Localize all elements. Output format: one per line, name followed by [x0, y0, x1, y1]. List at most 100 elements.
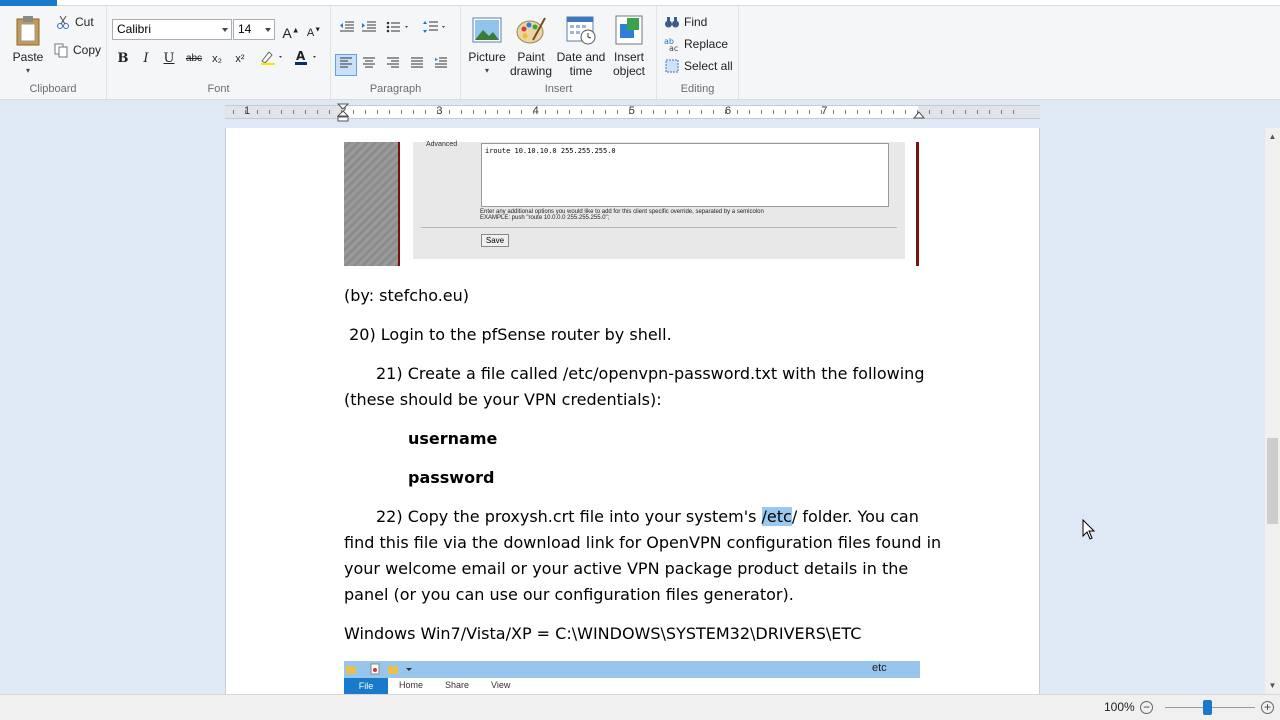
- svg-text:ac: ac: [669, 44, 678, 52]
- ruler[interactable]: 1234567: [225, 103, 1040, 122]
- document-page[interactable]: Advanced iroute 10.10.10.0 255.255.255.0…: [225, 128, 1040, 694]
- grow-font-icon: A▲: [282, 24, 300, 41]
- screenshot-advanced-label: Advanced: [426, 141, 458, 148]
- ruler-tick: [785, 110, 786, 114]
- bullets-button[interactable]: [385, 19, 413, 41]
- align-center-button[interactable]: [358, 54, 380, 76]
- ruler-tick: [665, 110, 666, 114]
- zoom-out-icon[interactable]: −: [1140, 701, 1153, 714]
- paint-drawing-button[interactable]: Paint drawing: [508, 14, 554, 78]
- align-center-icon: [362, 57, 376, 72]
- highlight-button[interactable]: [257, 48, 287, 70]
- italic-button[interactable]: I: [135, 48, 157, 70]
- select-all-button[interactable]: Select all: [661, 56, 736, 76]
- line-spacing-button[interactable]: [422, 19, 450, 41]
- ruler-tick: [617, 110, 618, 114]
- ruler-tick: [353, 110, 354, 114]
- replace-label: Replace: [684, 37, 729, 51]
- select-all-label: Select all: [684, 59, 733, 73]
- align-right-icon: [386, 57, 400, 72]
- paragraph-settings-button[interactable]: [430, 54, 452, 76]
- step-22-suffix: / folder. You can: [791, 507, 919, 526]
- scissors-icon: [55, 14, 71, 30]
- step-22-line4: panel (or you can use our configuration …: [344, 585, 794, 604]
- select-all-icon: [664, 58, 680, 74]
- copy-button[interactable]: Copy: [50, 40, 104, 60]
- ruler-tick: [941, 110, 942, 114]
- explorer-share-tab: Share: [445, 680, 470, 690]
- bold-button[interactable]: B: [112, 48, 134, 70]
- ruler-tick: [869, 110, 870, 114]
- right-indent-marker-icon[interactable]: [913, 111, 925, 119]
- bold-icon: B: [117, 51, 129, 66]
- ruler-tick: [569, 110, 570, 114]
- ruler-tick: [413, 110, 414, 114]
- find-button[interactable]: Find: [661, 12, 710, 32]
- object-label-line2: object: [612, 64, 646, 78]
- embedded-screenshot-openvpn-options: Advanced iroute 10.10.10.0 255.255.255.0…: [344, 141, 920, 266]
- grow-font-button[interactable]: A▲: [280, 19, 302, 41]
- new-folder-icon: [388, 666, 398, 674]
- justify-button[interactable]: [406, 54, 428, 76]
- ruler-tick: [797, 110, 798, 114]
- ruler-tick: [581, 110, 582, 114]
- increase-indent-button[interactable]: [358, 19, 380, 41]
- ruler-tick: [965, 110, 966, 114]
- scrollbar-thumb[interactable]: [1267, 438, 1278, 524]
- replace-button[interactable]: ab ac Replace: [661, 34, 731, 54]
- picture-button[interactable]: Picture ▾: [466, 14, 508, 78]
- vertical-scrollbar[interactable]: ▲ ▼: [1265, 128, 1280, 694]
- screenshot-panel: Advanced iroute 10.10.10.0 255.255.255.0…: [413, 141, 905, 259]
- date-time-button[interactable]: Date and time: [555, 14, 607, 78]
- ruler-tick: [761, 110, 762, 114]
- ruler-left-margin: [225, 106, 343, 118]
- scroll-up-icon[interactable]: ▲: [1265, 128, 1280, 145]
- ruler-tick: [929, 110, 930, 114]
- insert-object-button[interactable]: Insert object: [608, 14, 650, 78]
- scroll-down-icon[interactable]: ▼: [1265, 677, 1280, 694]
- screenshot-sidebar: [344, 142, 398, 266]
- font-size-select[interactable]: 14: [233, 19, 275, 40]
- clipboard-group-label: Clipboard: [29, 83, 77, 95]
- subscript-button[interactable]: x₂: [206, 48, 228, 70]
- ruler-tick: [389, 110, 390, 114]
- screenshot-hint-line2: EXAMPLE: push "route 10.0.0.0 255.255.25…: [480, 215, 610, 221]
- underline-button[interactable]: U: [158, 48, 180, 70]
- ruler-tick: [269, 110, 270, 114]
- strikethrough-button[interactable]: abc: [183, 48, 205, 70]
- ruler-tick: [725, 110, 726, 114]
- insert-group: Picture ▾ Paint drawing Date and time In…: [461, 6, 657, 99]
- shrink-font-button[interactable]: A▼: [303, 19, 325, 41]
- zoom-slider-thumb[interactable]: [1203, 700, 1212, 715]
- mouse-cursor-icon: [1082, 519, 1096, 540]
- ruler-tick: [473, 110, 474, 114]
- text-color-button[interactable]: A: [291, 48, 321, 70]
- superscript-button[interactable]: x²: [229, 48, 251, 70]
- decrease-indent-button[interactable]: [336, 19, 358, 41]
- ruler-tick: [641, 110, 642, 114]
- indent-marker-icon[interactable]: [337, 103, 349, 123]
- picture-label: Picture: [468, 50, 506, 64]
- step-22-line1: 22) Copy the proxysh.crt file into your …: [376, 504, 919, 530]
- ruler-tick: [857, 110, 858, 114]
- strikethrough-icon: abc: [185, 53, 203, 64]
- editing-group-label: Editing: [680, 83, 715, 95]
- screenshot-divider: [421, 227, 897, 228]
- align-left-icon: [339, 57, 353, 72]
- username-text: username: [408, 429, 498, 448]
- selected-text: /etc: [761, 507, 792, 526]
- cut-button[interactable]: Cut: [52, 12, 97, 32]
- paragraph-group-label: Paragraph: [369, 83, 422, 95]
- ruler-tick: [425, 110, 426, 114]
- zoom-in-icon[interactable]: +: [1261, 701, 1274, 714]
- windows-path-text: Windows Win7/Vista/XP = C:\WINDOWS\SYSTE…: [344, 624, 862, 643]
- insert-object-icon: [613, 14, 645, 46]
- ruler-tick: [905, 110, 906, 114]
- font-family-select[interactable]: Calibri: [112, 19, 232, 40]
- align-right-button[interactable]: [382, 54, 404, 76]
- paste-button[interactable]: Paste ▾: [8, 14, 48, 78]
- ruler-tick: [737, 110, 738, 114]
- calendar-clock-icon: [565, 14, 597, 46]
- ruler-tick: [749, 110, 750, 114]
- align-left-button[interactable]: [335, 54, 357, 76]
